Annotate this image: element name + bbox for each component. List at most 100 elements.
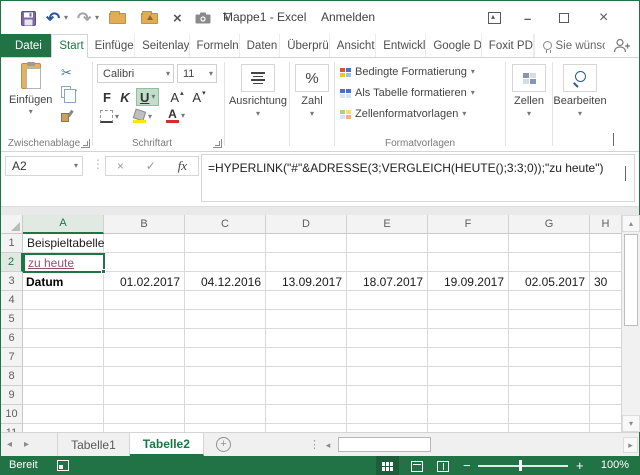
formula-input[interactable]: =HYPERLINK("#"&ADRESSE(3;VERGLEICH(HEUTE… — [201, 154, 635, 202]
tell-me-search[interactable]: Sie wünsc — [533, 34, 605, 57]
zoom-slider-handle[interactable] — [519, 460, 522, 471]
cells-button[interactable]: Zellen ▾ — [509, 64, 549, 118]
vertical-scroll-thumb[interactable] — [624, 234, 638, 326]
name-box-dropdown-icon[interactable]: ▾ — [74, 162, 78, 170]
cell-b3[interactable]: 01.02.2017 — [104, 275, 185, 289]
fill-color-button[interactable]: ▾ — [133, 110, 152, 123]
zoom-in-button[interactable]: + — [576, 458, 584, 473]
scroll-down-button[interactable]: ▾ — [622, 415, 640, 432]
row-header-1[interactable]: 1 — [1, 234, 23, 253]
font-color-button[interactable]: A ▾ — [166, 108, 185, 123]
tab-ueberpruefen[interactable]: Überprü — [280, 34, 330, 57]
insert-function-icon[interactable]: fx — [178, 158, 187, 174]
column-header-b[interactable]: B — [104, 215, 185, 234]
row-header-6[interactable]: 6 — [1, 329, 23, 348]
cell-c3[interactable]: 04.12.2016 — [185, 275, 266, 289]
select-all-corner[interactable] — [1, 215, 23, 234]
column-header-d[interactable]: D — [266, 215, 347, 234]
format-as-table-button[interactable]: Als Tabelle formatieren ▾ — [340, 87, 475, 99]
paste-button[interactable]: Einfügen ▾ — [9, 62, 52, 116]
page-break-view-button[interactable] — [431, 456, 454, 475]
minimize-button[interactable]: – — [524, 9, 531, 27]
zoom-out-button[interactable]: − — [463, 458, 471, 473]
cut-button[interactable]: ✂ — [61, 65, 72, 81]
vertical-scrollbar[interactable]: ▴ ▾ — [621, 215, 640, 432]
undo-dropdown-icon[interactable]: ▾ — [64, 9, 68, 27]
add-sheet-button[interactable]: + — [215, 433, 231, 456]
format-painter-button[interactable] — [61, 110, 73, 122]
row-header-4[interactable]: 4 — [1, 291, 23, 310]
tab-formeln[interactable]: Formeln — [190, 34, 240, 57]
undo-button[interactable]: ↶ — [46, 9, 60, 27]
sheet-tab-tabelle1[interactable]: Tabelle1 — [57, 433, 130, 456]
close-window-button[interactable]: × — [599, 9, 608, 27]
row-header-3[interactable]: 3 — [1, 272, 23, 291]
cell-styles-button[interactable]: Zellenformatvorlagen ▾ — [340, 108, 466, 120]
sign-in-link[interactable]: Anmelden — [321, 10, 375, 24]
cells-area[interactable]: Beispieltabelle zu heute Datum 01.02.201… — [23, 234, 621, 432]
clipboard-dialog-launcher[interactable] — [81, 139, 90, 148]
sheet-nav-right-icon[interactable]: ▸ — [18, 433, 35, 456]
zoom-slider-track[interactable] — [478, 465, 568, 467]
column-header-e[interactable]: E — [347, 215, 428, 234]
column-header-a[interactable]: A — [23, 215, 104, 234]
open-folder-icon[interactable] — [109, 9, 126, 27]
row-header-10[interactable]: 10 — [1, 405, 23, 424]
borders-button[interactable]: ▾ — [100, 110, 119, 123]
font-name-combo[interactable]: Calibri ▾ — [97, 64, 174, 83]
tab-ansicht[interactable]: Ansicht — [330, 34, 377, 57]
ribbon-display-options-button[interactable] — [488, 9, 501, 27]
grow-font-button[interactable]: A ▴ — [169, 88, 185, 106]
cell-a3[interactable]: Datum — [23, 275, 104, 289]
editing-button[interactable]: Bearbeiten ▾ — [553, 64, 607, 118]
tab-scroll-divider[interactable]: ⋮ — [309, 438, 320, 451]
shrink-font-button[interactable]: A ▾ — [191, 88, 207, 106]
page-layout-view-button[interactable] — [405, 456, 428, 475]
tab-entwicklertools[interactable]: Entwickl — [376, 34, 427, 57]
tab-start[interactable]: Start — [51, 34, 88, 58]
tab-daten[interactable]: Daten — [240, 34, 281, 57]
cell-e3[interactable]: 18.07.2017 — [347, 275, 428, 289]
number-format-button[interactable]: % Zahl ▾ — [292, 64, 332, 118]
bold-button[interactable]: F — [100, 88, 114, 106]
name-box[interactable]: A2 ▾ — [5, 156, 83, 176]
hyperlink-zu-heute[interactable]: zu heute — [28, 256, 74, 270]
column-header-g[interactable]: G — [509, 215, 590, 234]
horizontal-scroll-thumb[interactable] — [338, 437, 431, 452]
cell-g3[interactable]: 02.05.2017 — [509, 275, 590, 289]
tab-einfuegen[interactable]: Einfüge — [88, 34, 136, 57]
tab-datei[interactable]: Datei — [1, 34, 52, 57]
row-header-7[interactable]: 7 — [1, 348, 23, 367]
font-size-combo[interactable]: 11 ▾ — [177, 64, 217, 83]
normal-view-button[interactable] — [376, 456, 399, 475]
camera-icon[interactable] — [195, 9, 211, 27]
cell-h3[interactable]: 30 — [590, 275, 621, 289]
selected-cell-a2[interactable]: zu heute — [23, 253, 106, 274]
copy-button[interactable]: ▾ — [61, 86, 77, 103]
cell-d3[interactable]: 13.09.2017 — [266, 275, 347, 289]
macro-record-icon[interactable] — [57, 460, 69, 471]
conditional-formatting-button[interactable]: Bedingte Formatierung ▾ — [340, 66, 475, 78]
font-dialog-launcher[interactable] — [213, 139, 222, 148]
tab-google[interactable]: Google D — [426, 34, 482, 57]
save-icon[interactable] — [21, 9, 36, 27]
hscroll-left-button[interactable]: ◂ — [321, 437, 335, 453]
share-button[interactable] — [605, 34, 639, 57]
column-header-f[interactable]: F — [428, 215, 509, 234]
cancel-icon[interactable]: × — [117, 159, 124, 173]
cell-f3[interactable]: 19.09.2017 — [428, 275, 509, 289]
hscroll-right-button[interactable]: ▸ — [623, 437, 638, 453]
redo-dropdown-icon[interactable]: ▾ — [95, 9, 99, 27]
open-folder-up-icon[interactable] — [141, 9, 158, 27]
collapse-formula-bar-button[interactable] — [625, 164, 626, 184]
row-header-2[interactable]: 2 — [1, 253, 23, 272]
italic-button[interactable]: K — [118, 88, 132, 106]
tab-seitenlayout[interactable]: Seitenlay — [135, 34, 190, 57]
column-header-c[interactable]: C — [185, 215, 266, 234]
row-header-5[interactable]: 5 — [1, 310, 23, 329]
scroll-up-button[interactable]: ▴ — [622, 215, 640, 232]
collapse-ribbon-button[interactable] — [613, 133, 614, 146]
redo-button[interactable]: ↷ — [77, 9, 91, 27]
tab-foxit-pdf[interactable]: Foxit PD — [482, 34, 534, 57]
sheet-nav-left-icon[interactable]: ◂ — [1, 433, 18, 456]
